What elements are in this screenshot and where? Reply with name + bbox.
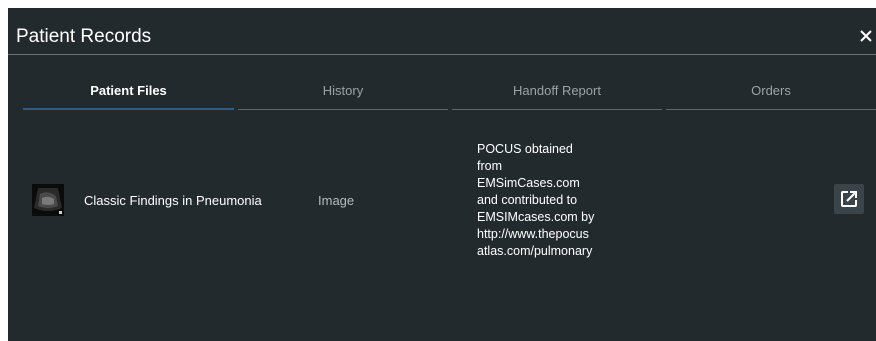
tab-orders[interactable]: Orders — [666, 80, 876, 110]
table-row: Classic Findings in Pneumonia Image POCU… — [8, 138, 876, 268]
tab-label: Patient Files — [90, 83, 167, 98]
open-external-icon — [841, 191, 857, 207]
tab-patient-files[interactable]: Patient Files — [23, 80, 234, 110]
patient-records-modal: Patient Records Patient Files History Ha… — [8, 8, 876, 341]
ultrasound-thumbnail[interactable] — [32, 184, 64, 216]
tab-history[interactable]: History — [238, 80, 448, 110]
record-tabs: Patient Files History Handoff Report Ord… — [8, 80, 876, 110]
tab-label: Handoff Report — [513, 83, 601, 98]
modal-title: Patient Records — [16, 26, 152, 47]
close-icon — [860, 30, 872, 42]
header-divider — [8, 54, 876, 55]
tab-underline — [452, 109, 662, 110]
tab-handoff-report[interactable]: Handoff Report — [452, 80, 662, 110]
file-name: Classic Findings in Pneumonia — [84, 193, 262, 208]
tab-label: History — [322, 83, 364, 98]
open-file-button[interactable] — [834, 184, 864, 214]
modal-header: Patient Records — [8, 8, 876, 54]
tab-label: Orders — [751, 83, 791, 98]
tab-underline — [238, 109, 448, 110]
close-button[interactable] — [856, 26, 876, 46]
tab-underline — [23, 108, 234, 110]
file-source: POCUS obtained from EMSimCases.com and c… — [477, 142, 595, 258]
file-type: Image — [318, 193, 355, 208]
tab-underline — [666, 109, 876, 110]
